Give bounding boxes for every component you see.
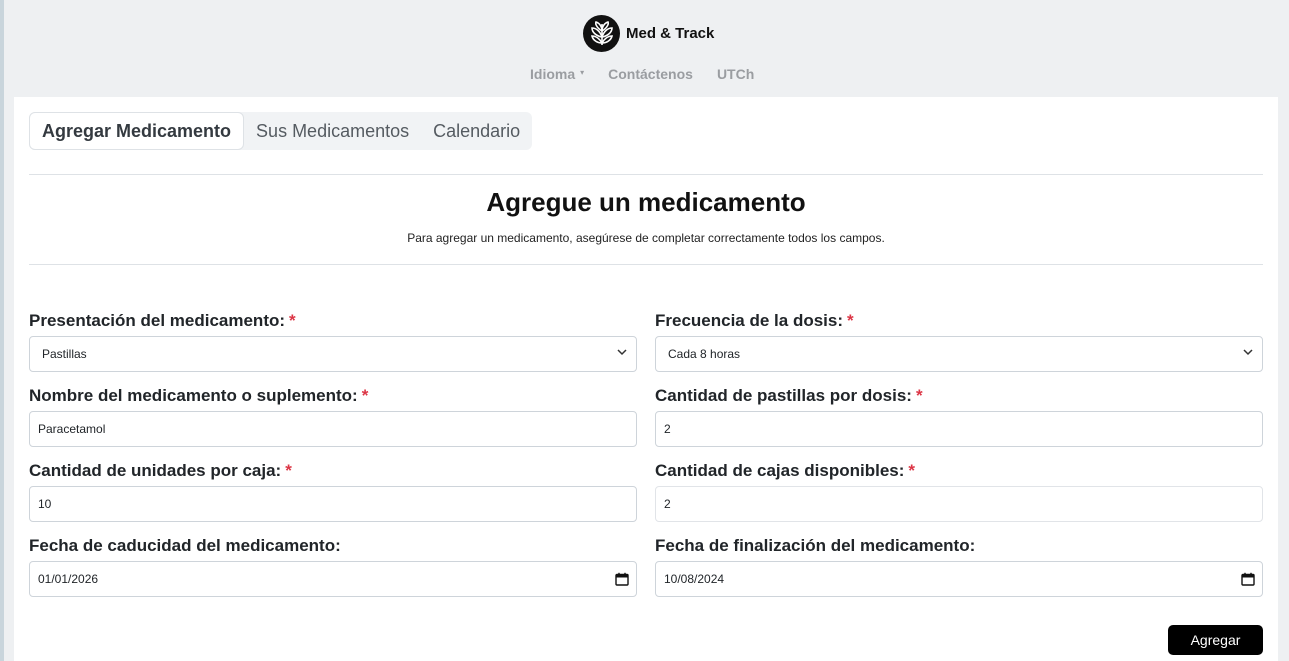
frecuencia-value: Cada 8 horas	[668, 347, 741, 361]
unidades-input[interactable]: 10	[29, 486, 637, 522]
field-label: Frecuencia de la dosis: *	[655, 310, 1263, 332]
field-pastillas: Cantidad de pastillas por dosis: * 2	[655, 385, 1263, 447]
caret-down-icon: ▾	[580, 67, 585, 77]
agregar-button[interactable]: Agregar	[1168, 625, 1263, 655]
nav-contactenos[interactable]: Contáctenos	[608, 66, 693, 82]
caducidad-value: 01/01/2026	[38, 572, 99, 586]
finalizacion-value: 10/08/2024	[664, 572, 725, 586]
required-mark: *	[915, 386, 923, 405]
required-mark: *	[289, 311, 296, 330]
field-label: Cantidad de pastillas por dosis: *	[655, 385, 1263, 407]
field-unidades: Cantidad de unidades por caja: * 10	[29, 460, 637, 522]
site-header: Med & Track Idioma ▾ Contáctenos UTCh	[0, 0, 1289, 97]
field-label: Cantidad de unidades por caja: *	[29, 460, 637, 482]
tab-sus-medicamentos[interactable]: Sus Medicamentos	[244, 112, 421, 150]
unidades-value: 10	[38, 497, 52, 511]
brand[interactable]: Med & Track	[583, 15, 714, 52]
calendar-icon[interactable]	[615, 572, 629, 586]
nombre-input[interactable]: Paracetamol	[29, 411, 637, 447]
form-title: Agregue un medicamento	[486, 187, 806, 217]
chevron-down-icon	[1243, 349, 1253, 356]
frecuencia-label: Frecuencia de la dosis:	[655, 311, 844, 330]
field-label: Nombre del medicamento o suplemento: *	[29, 385, 637, 407]
unidades-label: Cantidad de unidades por caja:	[29, 461, 282, 480]
nav-utch-label: UTCh	[716, 66, 755, 82]
required-mark: *	[285, 461, 292, 480]
field-caducidad: Fecha de caducidad del medicamento: 01/0…	[29, 535, 637, 597]
nombre-label: Nombre del medicamento o suplemento:	[29, 386, 358, 405]
nombre-value: Paracetamol	[38, 422, 106, 436]
required-mark: *	[847, 311, 854, 330]
top-nav: Idioma ▾ Contáctenos UTCh	[530, 66, 778, 82]
field-label: Cantidad de cajas disponibles: *	[655, 460, 1263, 482]
required-mark: *	[361, 386, 369, 405]
form-subtitle: Para agregar un medicamento, asegúrese d…	[407, 231, 885, 245]
nav-utch[interactable]: UTCh	[717, 66, 754, 82]
cajas-label: Cantidad de cajas disponibles:	[655, 461, 905, 480]
nav-idioma-label: Idioma	[530, 66, 576, 82]
cajas-value: 2	[664, 497, 671, 511]
pastillas-value: 2	[664, 422, 671, 436]
nav-contactenos-label: Contáctenos	[608, 66, 693, 82]
divider-bottom	[29, 264, 1263, 265]
pastillas-input[interactable]: 2	[655, 411, 1263, 447]
calendar-icon[interactable]	[1241, 572, 1255, 586]
chevron-down-icon	[617, 349, 627, 356]
field-presentacion: Presentación del medicamento: * Pastillas	[29, 310, 637, 372]
caducidad-label: Fecha de caducidad del medicamento:	[29, 536, 341, 555]
frecuencia-select[interactable]: Cada 8 horas	[655, 336, 1263, 372]
presentacion-select[interactable]: Pastillas	[29, 336, 637, 372]
nav-idioma-dropdown[interactable]: Idioma ▾	[530, 66, 584, 82]
main-panel: Agregar Medicamento Sus Medicamentos Cal…	[14, 97, 1278, 661]
leaf-logo-icon	[583, 15, 620, 52]
divider-top	[29, 174, 1263, 175]
cajas-input[interactable]: 2	[655, 486, 1263, 522]
presentacion-label: Presentación del medicamento:	[29, 311, 286, 330]
finalizacion-label: Fecha de finalización del medicamento:	[655, 536, 976, 555]
finalizacion-date-input[interactable]: 10/08/2024	[655, 561, 1263, 597]
field-frecuencia: Frecuencia de la dosis: * Cada 8 horas	[655, 310, 1263, 372]
field-label: Fecha de finalización del medicamento:	[655, 535, 1263, 557]
pastillas-label: Cantidad de pastillas por dosis:	[655, 386, 912, 405]
required-mark: *	[908, 461, 916, 480]
field-label: Fecha de caducidad del medicamento:	[29, 535, 637, 557]
tab-bar: Agregar Medicamento Sus Medicamentos Cal…	[29, 112, 533, 150]
presentacion-value: Pastillas	[42, 347, 87, 361]
field-nombre: Nombre del medicamento o suplemento: * Pa…	[29, 385, 637, 447]
field-cajas: Cantidad de cajas disponibles: * 2	[655, 460, 1263, 522]
brand-name: Med & Track	[626, 25, 715, 42]
window-left-edge	[0, 0, 4, 661]
tab-calendario[interactable]: Calendario	[421, 112, 532, 150]
tab-agregar-medicamento[interactable]: Agregar Medicamento	[29, 112, 245, 150]
caducidad-date-input[interactable]: 01/01/2026	[29, 561, 637, 597]
field-finalizacion: Fecha de finalización del medicamento: 1…	[655, 535, 1263, 597]
field-label: Presentación del medicamento: *	[29, 310, 637, 332]
